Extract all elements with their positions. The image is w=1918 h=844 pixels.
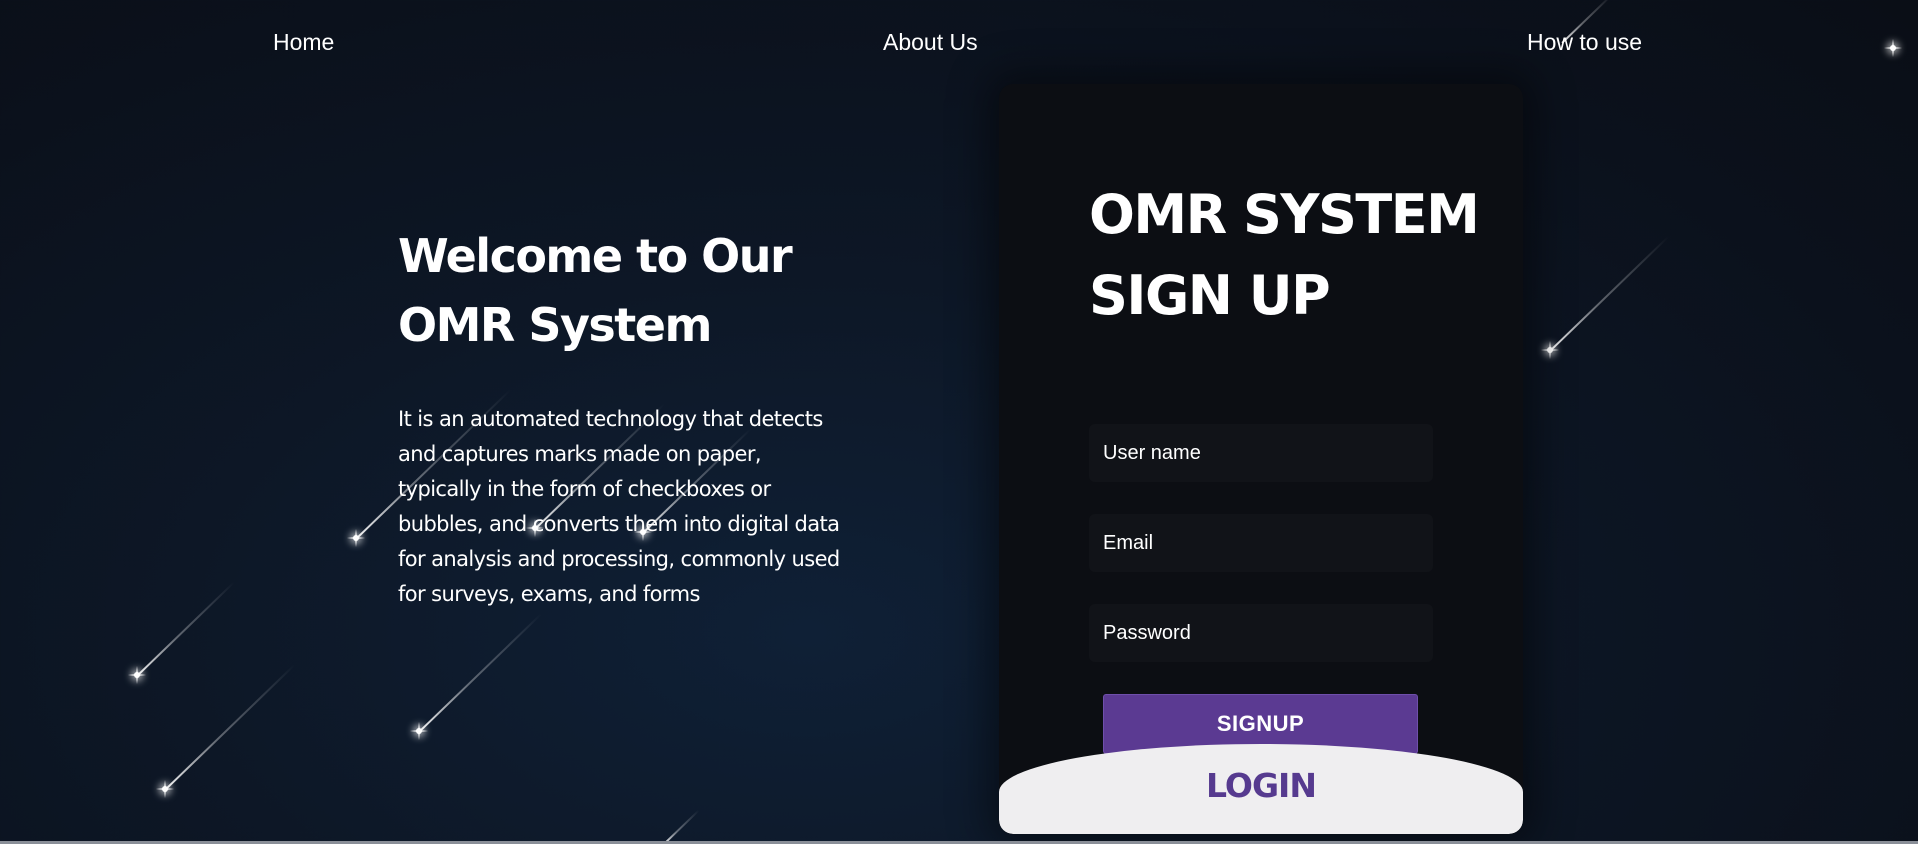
star-sparkle-icon bbox=[156, 780, 174, 798]
welcome-section: Welcome to Our OMR System It is an autom… bbox=[398, 222, 848, 612]
star-sparkle-icon bbox=[410, 722, 428, 740]
welcome-description: It is an automated technology that detec… bbox=[398, 407, 840, 606]
star-sparkle-icon bbox=[1884, 39, 1902, 57]
signup-title: OMR SYSTEM SIGN UP bbox=[1089, 174, 1480, 336]
signup-title-line-2: SIGN UP bbox=[1089, 264, 1331, 327]
shooting-star bbox=[164, 664, 296, 791]
password-input[interactable] bbox=[1089, 604, 1433, 662]
star-sparkle-icon bbox=[347, 529, 365, 547]
email-input[interactable] bbox=[1089, 514, 1433, 572]
star-sparkle-icon bbox=[128, 666, 146, 684]
shooting-star bbox=[418, 613, 542, 733]
welcome-title-line-1: Welcome to Our bbox=[398, 229, 793, 283]
login-label[interactable]: LOGIN bbox=[999, 766, 1523, 805]
username-input[interactable] bbox=[1089, 424, 1433, 482]
star-sparkle-icon bbox=[1541, 341, 1559, 359]
nav-how-to-use-link[interactable]: How to use bbox=[1527, 29, 1642, 56]
signup-title-line-1: OMR SYSTEM bbox=[1089, 183, 1480, 246]
welcome-title: Welcome to Our OMR System bbox=[398, 222, 848, 360]
nav-home-link[interactable]: Home bbox=[273, 29, 334, 56]
nav-about-link[interactable]: About Us bbox=[883, 29, 978, 56]
shooting-star bbox=[662, 809, 700, 844]
shooting-star bbox=[136, 581, 235, 677]
welcome-title-line-2: OMR System bbox=[398, 298, 712, 352]
signup-card: OMR SYSTEM SIGN UP SIGNUP LOGIN bbox=[999, 84, 1523, 834]
shooting-star bbox=[1549, 235, 1670, 352]
login-toggle-panel[interactable]: LOGIN bbox=[999, 744, 1523, 834]
